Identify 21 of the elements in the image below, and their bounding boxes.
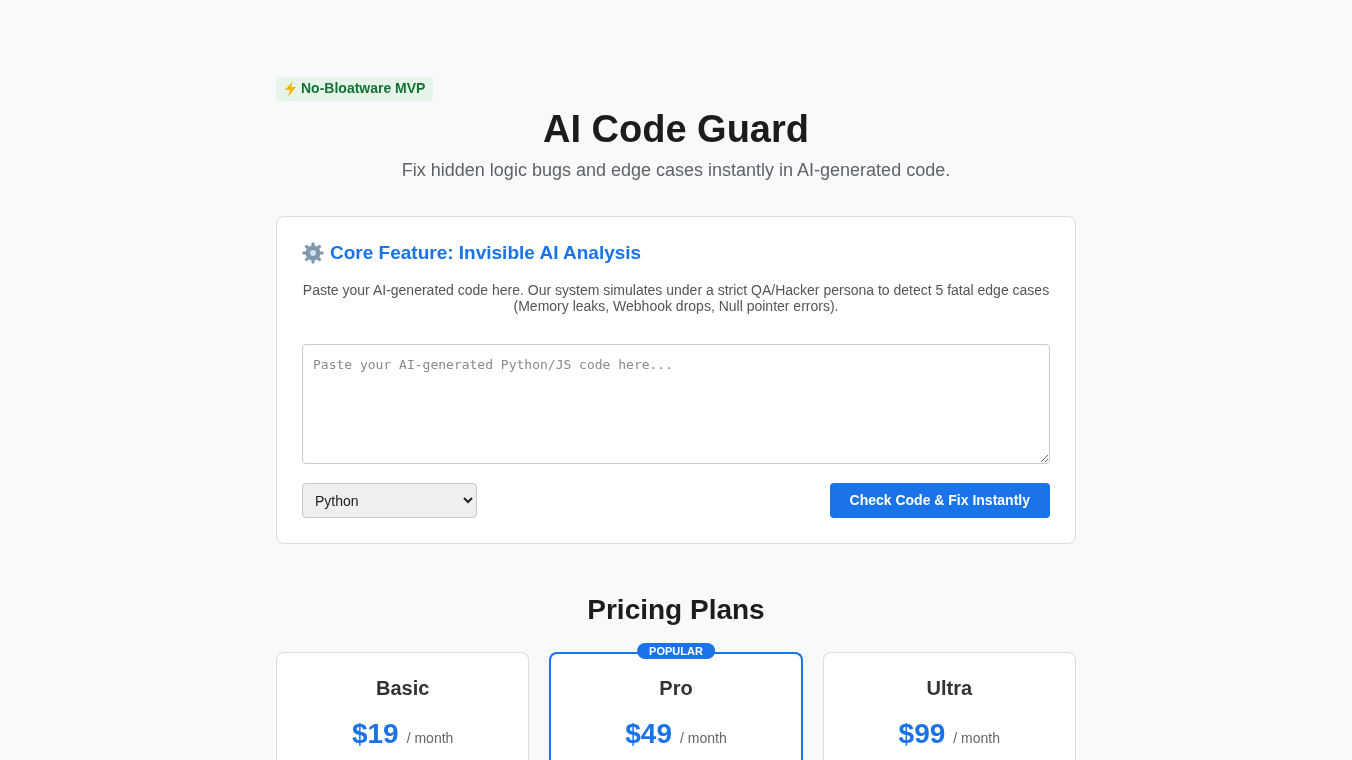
gear-icon [302,241,324,264]
page-title: AI Code Guard [542,107,810,152]
plan-price: $99 [898,717,946,751]
price-period: / month [406,729,454,748]
pricing-heading: Pricing Plans [586,593,766,627]
code-input-field[interactable]: Paste your AI-generated Python/JS code here... [302,344,1050,464]
section-heading: Core Feature: Invisible AI Analysis [330,241,642,264]
popular-tag: POPULAR [637,643,715,659]
plan-price: $49 [625,717,672,751]
language-select[interactable]: Python [302,483,477,518]
tag-text: No-Bloatware MVP [301,80,426,97]
description-text: Paste your AI-generated code here. Our system simulates under a strict QA/Hacker persona to detect 5 fatal edge cases (Memory leaks, Webhook drops, Null pointer errors). [302,282,1050,314]
lightning-icon [284,80,297,97]
plan-name: Basic [374,676,431,700]
page-subtitle: Fix hidden logic bugs and edge cases instantly in AI-generated code. [400,159,952,181]
check-code-button[interactable]: Check Code & Fix Instantly [829,483,1050,518]
plan-name: Ultra [925,676,974,700]
plan-name: Pro [658,676,694,700]
plan-price: $19 [351,717,399,751]
price-period: / month [953,729,1001,748]
price-period: / month [680,729,727,748]
